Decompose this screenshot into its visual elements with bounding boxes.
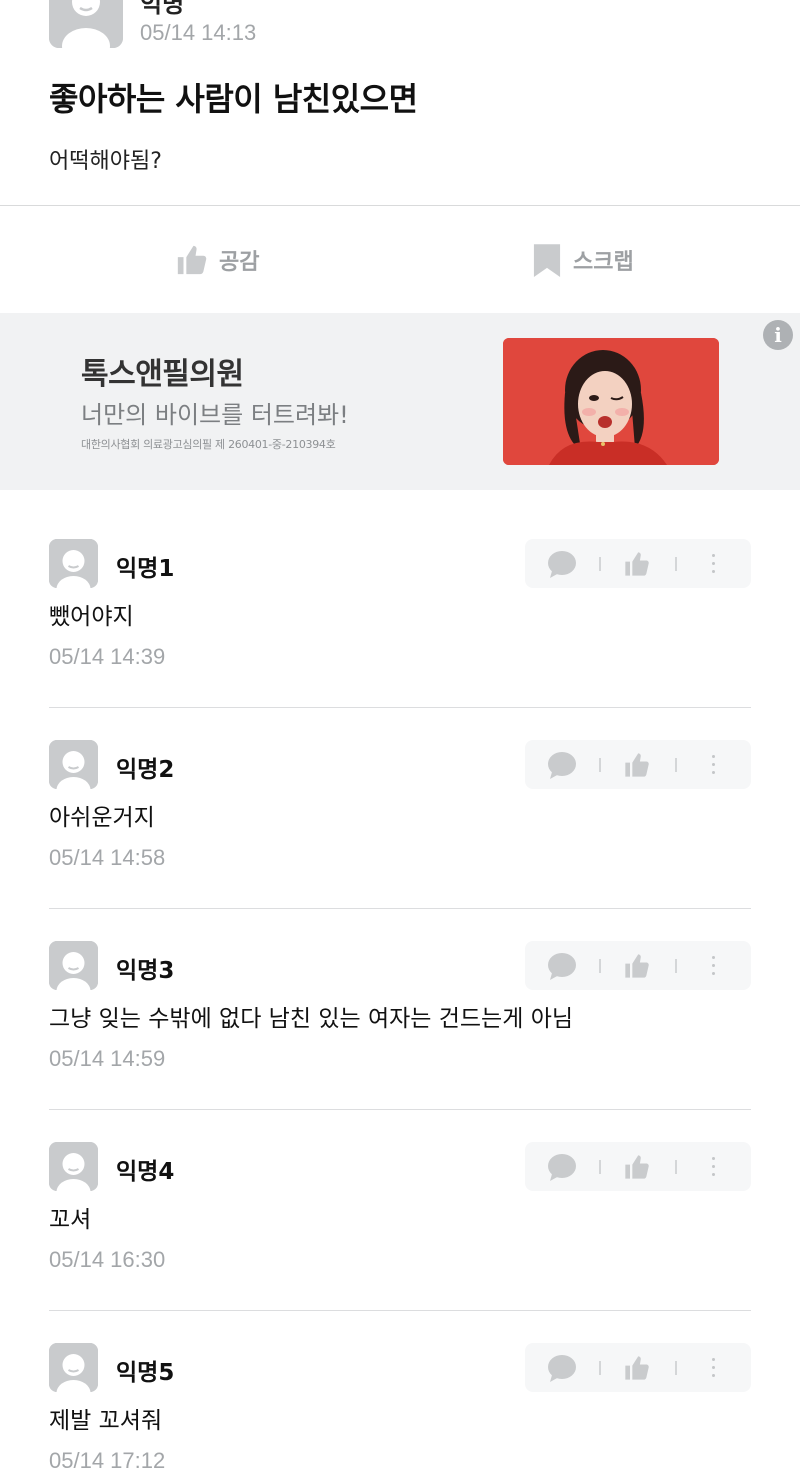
comment-author: 익명1: [116, 556, 175, 582]
comment-text: 꼬셔: [49, 1207, 92, 1233]
thumbs-up-icon: [625, 551, 649, 576]
speech-bubble-icon: [548, 550, 576, 578]
like-button[interactable]: 공감: [175, 240, 259, 280]
thumbs-up-icon: [625, 1355, 649, 1380]
comment-timestamp: 05/14 17:12: [49, 1448, 166, 1473]
thumbs-up-icon: [625, 752, 649, 777]
comment-author: 익명2: [116, 757, 175, 783]
toolbar-separator: [599, 1343, 601, 1392]
comment-avatar: [49, 1343, 98, 1392]
comment-divider: [49, 1310, 751, 1311]
comment-text: 아쉬운거지: [49, 805, 155, 831]
default-avatar-icon: [49, 0, 123, 48]
default-avatar-icon: [49, 1142, 98, 1191]
ad-banner[interactable]: 톡스앤필의원 너만의 바이브를 터트려봐! 대한의사협회 의료광고심의필 제 2…: [0, 313, 800, 490]
post-author-name: 익명: [140, 0, 185, 18]
comment-like-button[interactable]: [622, 1142, 652, 1191]
comment-toolbar: [525, 539, 751, 588]
comment-divider: [49, 908, 751, 909]
more-vertical-icon[interactable]: [705, 1142, 721, 1191]
comment-timestamp: 05/14 14:58: [49, 845, 166, 870]
ad-subtitle: 너만의 바이브를 터트려봐!: [81, 401, 349, 429]
default-avatar-icon: [49, 941, 98, 990]
comment-like-button[interactable]: [622, 1343, 652, 1392]
bookmark-icon: [533, 244, 561, 277]
toolbar-separator: [599, 740, 601, 789]
comment-timestamp: 05/14 14:39: [49, 644, 166, 669]
more-vertical-icon[interactable]: [705, 539, 721, 588]
comment-divider: [49, 707, 751, 708]
ad-title: 톡스앤필의원: [81, 357, 244, 392]
post-author-avatar: [49, 0, 123, 48]
toolbar-separator: [675, 1142, 677, 1191]
reply-button[interactable]: [547, 941, 577, 990]
like-label: 공감: [219, 250, 260, 275]
comment-item: 익명5 제발 꼬셔줘 05/14 17:12: [0, 1343, 800, 1475]
speech-bubble-icon: [548, 1354, 576, 1382]
toolbar-separator: [675, 539, 677, 588]
scrap-button[interactable]: 스크랩: [531, 240, 634, 280]
speech-bubble-icon: [548, 952, 576, 980]
comment-item: 익명4 꼬셔 05/14 16:30: [0, 1142, 800, 1343]
comment-timestamp: 05/14 16:30: [49, 1247, 166, 1272]
comment-author: 익명4: [116, 1159, 175, 1185]
post-body: 어떡해야됨?: [49, 149, 162, 174]
comment-like-button[interactable]: [622, 539, 652, 588]
comment-avatar: [49, 1142, 98, 1191]
comment-toolbar: [525, 941, 751, 990]
speech-bubble-icon: [548, 1153, 576, 1181]
comment-timestamp: 05/14 14:59: [49, 1046, 166, 1071]
comment-item: 익명1 뺐어야지 05/14 14:39: [0, 539, 800, 740]
default-avatar-icon: [49, 1343, 98, 1392]
toolbar-separator: [675, 941, 677, 990]
comment-author: 익명5: [116, 1360, 175, 1386]
comment-text: 그냥 잊는 수밖에 없다 남친 있는 여자는 건드는게 아님: [49, 1006, 574, 1032]
comment-like-button[interactable]: [622, 941, 652, 990]
comment-text: 제발 꼬셔줘: [49, 1408, 163, 1434]
toolbar-separator: [599, 1142, 601, 1191]
post-divider: [0, 205, 800, 206]
toolbar-separator: [599, 539, 601, 588]
speech-bubble-icon: [548, 751, 576, 779]
toolbar-separator: [675, 740, 677, 789]
reply-button[interactable]: [547, 1142, 577, 1191]
thumbs-up-icon: [625, 953, 649, 978]
reply-button[interactable]: [547, 539, 577, 588]
more-vertical-icon[interactable]: [705, 740, 721, 789]
info-icon[interactable]: i: [763, 320, 793, 350]
more-vertical-icon[interactable]: [705, 1343, 721, 1392]
more-vertical-icon[interactable]: [705, 941, 721, 990]
post-detail-page: 익명 05/14 14:13 좋아하는 사람이 남친있으면 어떡해야됨? 공감 …: [0, 0, 800, 1475]
default-avatar-icon: [49, 539, 98, 588]
post-timestamp: 05/14 14:13: [140, 20, 257, 45]
comment-text: 뺐어야지: [49, 604, 134, 630]
comment-avatar: [49, 539, 98, 588]
comment-item: 익명3 그냥 잊는 수밖에 없다 남친 있는 여자는 건드는게 아님 05/14…: [0, 941, 800, 1142]
thumbs-up-icon: [625, 1154, 649, 1179]
comment-toolbar: [525, 1343, 751, 1392]
toolbar-separator: [599, 941, 601, 990]
ad-image[interactable]: [503, 338, 719, 465]
comment-item: 익명2 아쉬운거지 05/14 14:58: [0, 740, 800, 941]
comment-toolbar: [525, 740, 751, 789]
comment-author: 익명3: [116, 958, 175, 984]
toolbar-separator: [675, 1343, 677, 1392]
comment-divider: [49, 1109, 751, 1110]
post-title: 좋아하는 사람이 남친있으면: [49, 80, 418, 118]
default-avatar-icon: [49, 740, 98, 789]
reply-button[interactable]: [547, 1343, 577, 1392]
ad-legal-notice: 대한의사협회 의료광고심의필 제 260401-중-210394호: [81, 438, 336, 451]
reply-button[interactable]: [547, 740, 577, 789]
scrap-label: 스크랩: [573, 250, 634, 275]
comment-avatar: [49, 941, 98, 990]
comment-like-button[interactable]: [622, 740, 652, 789]
ad-portrait-illustration: [503, 338, 719, 465]
comment-avatar: [49, 740, 98, 789]
thumbs-up-icon: [177, 245, 207, 275]
comment-toolbar: [525, 1142, 751, 1191]
